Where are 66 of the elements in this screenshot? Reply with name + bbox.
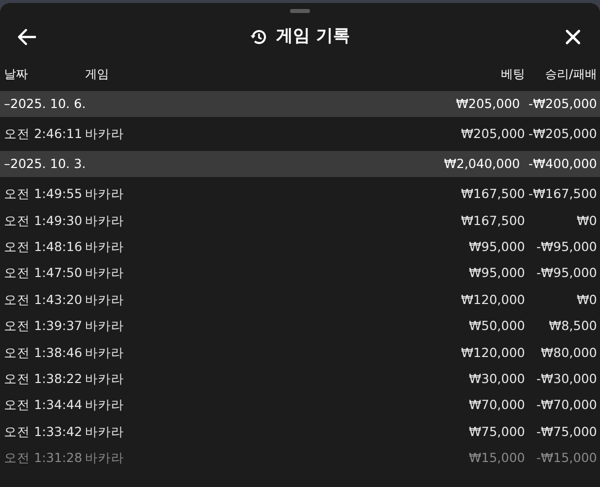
history-icon (250, 28, 268, 46)
back-arrow-icon (18, 29, 36, 45)
game-cell-text: 바카라 (85, 317, 125, 336)
bet-cell-text: ₩205,000 (460, 124, 525, 143)
close-icon (564, 29, 581, 45)
bet-cell-text: ₩120,000 (460, 344, 525, 362)
bet-cell-text: ₩167,500 (460, 185, 525, 204)
time-cell-text: 오전 1:38:46 (3, 344, 84, 362)
time-cell-text: 오전 1:34:44 (3, 396, 84, 414)
game-cell-text: 바카라 (85, 449, 125, 468)
group-date: –2025. 10. 3. (3, 155, 87, 174)
page-title: 게임 기록 (276, 25, 350, 48)
result-cell-text: -₩205,000 (527, 124, 598, 143)
result-cell-text: -₩167,500 (527, 185, 598, 204)
game-cell-text: 바카라 (85, 185, 125, 204)
group-result-total: -₩400,000 (527, 155, 598, 174)
bet-cell-text: ₩95,000 (468, 264, 525, 282)
time-cell-text: 오전 2:46:11 (3, 124, 84, 143)
date-group-row[interactable]: –2025. 10. 3. ₩2,040,000 -₩400,000 (0, 151, 600, 178)
time-cell-text: 오전 1:49:30 (3, 212, 84, 230)
column-header: 승리/패배 (544, 66, 598, 83)
result-cell-text: -₩95,000 (535, 264, 598, 282)
bet-cell-text: ₩15,000 (468, 449, 525, 468)
drag-handle[interactable] (290, 9, 310, 13)
bet-cell-text: ₩120,000 (460, 290, 525, 309)
group-result-total: -₩205,000 (527, 94, 598, 113)
game-cell-text: 바카라 (85, 396, 125, 414)
result-cell-text: ₩8,500 (548, 317, 598, 336)
result-cell-text: ₩0 (576, 290, 598, 309)
column-header: 게임 (85, 66, 110, 83)
time-cell-text: 오전 1:33:42 (3, 422, 84, 441)
column-header: 베팅 (500, 66, 525, 83)
time-cell-text: 오전 1:48:16 (3, 238, 84, 256)
game-cell-text: 바카라 (85, 212, 125, 230)
bet-cell-text: ₩50,000 (468, 317, 525, 336)
date-group-row[interactable]: –2025. 10. 6. ₩205,000 -₩205,000 (0, 91, 600, 117)
result-cell-text: -₩30,000 (535, 370, 598, 388)
time-cell-text: 오전 1:43:20 (3, 290, 84, 309)
bet-cell-text: ₩167,500 (460, 212, 525, 230)
game-cell-text: 바카라 (85, 422, 125, 441)
game-cell-text: 바카라 (85, 344, 125, 362)
time-cell-text: 오전 1:31:28 (3, 449, 84, 468)
back-button[interactable] (17, 27, 37, 47)
column-header: 날짜 (3, 66, 29, 83)
bet-cell-text: ₩75,000 (468, 422, 525, 441)
bet-cell-text: ₩70,000 (468, 396, 525, 414)
group-bet-total: ₩2,040,000 (443, 155, 520, 174)
time-cell-text: 오전 1:39:37 (3, 317, 84, 336)
time-cell-text: 오전 1:47:50 (3, 264, 84, 282)
game-cell-text: 바카라 (85, 290, 125, 309)
game-cell-text: 바카라 (85, 264, 125, 282)
time-cell-text: 오전 1:49:55 (3, 185, 84, 204)
group-bet-total: ₩205,000 (454, 94, 520, 113)
game-cell-text: 바카라 (85, 370, 125, 388)
result-cell-text: -₩15,000 (535, 449, 598, 468)
time-cell-text: 오전 1:38:22 (3, 370, 84, 388)
result-cell-text: ₩80,000 (540, 344, 598, 362)
bet-cell-text: ₩95,000 (468, 238, 525, 256)
result-cell-text: -₩70,000 (535, 396, 598, 414)
bet-cell-text: ₩30,000 (468, 370, 525, 388)
result-cell-text: -₩95,000 (535, 238, 598, 256)
result-cell-text: -₩75,000 (535, 422, 598, 441)
group-date: –2025. 10. 6. (3, 94, 87, 113)
result-cell-text: ₩0 (576, 212, 598, 230)
game-cell-text: 바카라 (85, 238, 125, 256)
game-cell-text: 바카라 (85, 124, 125, 143)
